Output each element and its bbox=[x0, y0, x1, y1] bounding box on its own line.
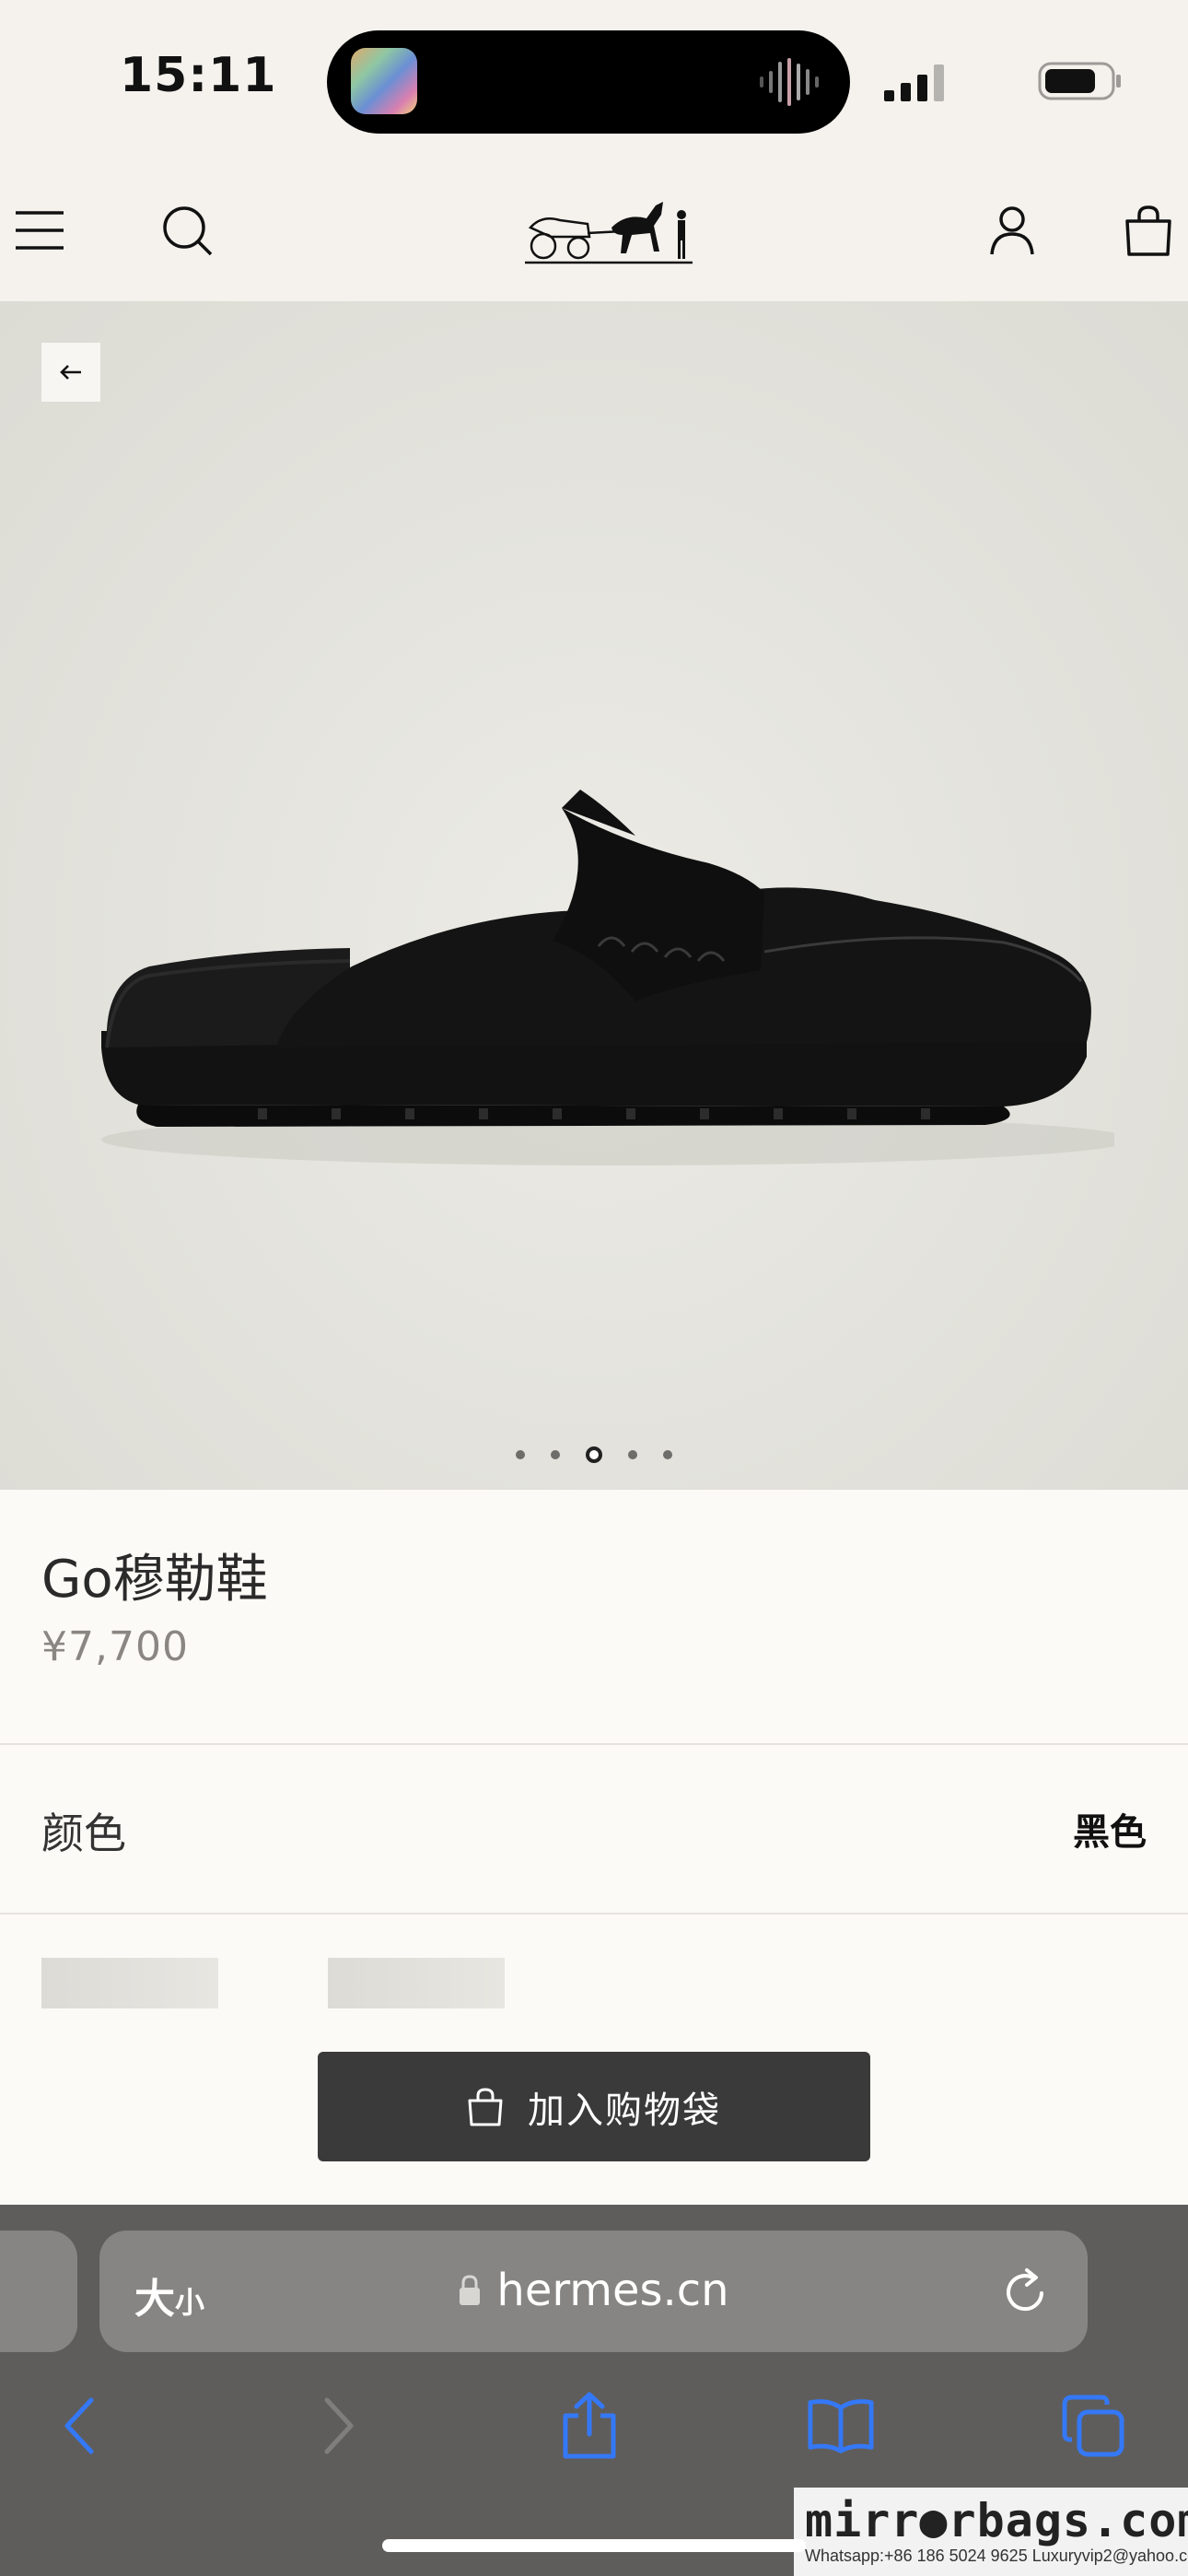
search-icon bbox=[163, 206, 213, 256]
pagination-dot[interactable] bbox=[551, 1450, 560, 1459]
product-price: ¥7,700 bbox=[41, 1623, 189, 1670]
color-label: 颜色 bbox=[41, 1809, 126, 1858]
address-bar[interactable]: 大小 hermes.cn bbox=[99, 2231, 1088, 2352]
account-button[interactable] bbox=[982, 200, 1042, 261]
color-selector[interactable]: 颜色 黑色 bbox=[0, 1745, 1188, 1914]
dynamic-island[interactable] bbox=[327, 30, 850, 134]
chevron-left-icon bbox=[64, 2397, 94, 2454]
previous-tab-preview[interactable] bbox=[0, 2231, 77, 2352]
pagination-dot[interactable] bbox=[516, 1450, 525, 1459]
tabs-icon bbox=[1062, 2395, 1124, 2457]
book-icon bbox=[808, 2399, 874, 2453]
menu-button[interactable] bbox=[9, 200, 70, 261]
selected-color-value: 黑色 bbox=[1073, 1811, 1147, 1854]
cellular-signal-icon bbox=[884, 64, 944, 101]
url-display[interactable]: hermes.cn bbox=[99, 2265, 1088, 2316]
arrow-left-icon bbox=[60, 365, 81, 380]
pagination-dot-active[interactable] bbox=[586, 1446, 602, 1463]
lock-icon bbox=[460, 2275, 481, 2305]
pagination-dot[interactable] bbox=[628, 1450, 637, 1459]
share-icon bbox=[563, 2392, 616, 2459]
product-name: Go穆勒鞋 bbox=[41, 1550, 268, 1610]
add-to-bag-button[interactable]: 加入购物袋 bbox=[318, 2052, 870, 2161]
search-button[interactable] bbox=[157, 200, 217, 261]
tabs-button[interactable] bbox=[1059, 2392, 1127, 2460]
account-icon bbox=[990, 206, 1034, 255]
bookmarks-button[interactable] bbox=[807, 2392, 875, 2460]
shopping-bag-button[interactable] bbox=[1118, 200, 1179, 261]
shopping-bag-icon bbox=[1125, 205, 1171, 256]
gallery-pagination bbox=[0, 1446, 1188, 1463]
watermark-main: mirr●rbags.com bbox=[805, 2494, 1188, 2547]
chevron-right-icon bbox=[324, 2397, 354, 2454]
share-button[interactable] bbox=[555, 2392, 623, 2460]
hermes-carriage-logo[interactable] bbox=[523, 187, 694, 270]
home-indicator[interactable] bbox=[382, 2539, 806, 2552]
color-swatch[interactable] bbox=[328, 1958, 505, 2008]
back-nav-button[interactable] bbox=[46, 2392, 114, 2460]
product-image-mule bbox=[101, 790, 1114, 1165]
url-text: hermes.cn bbox=[496, 2265, 729, 2316]
product-image-gallery[interactable] bbox=[0, 301, 1188, 1490]
back-button[interactable] bbox=[41, 343, 100, 402]
audio-waveform-icon bbox=[760, 58, 819, 106]
site-header bbox=[0, 161, 1188, 301]
product-info: Go穆勒鞋 ¥7,700 bbox=[0, 1490, 1188, 1745]
watermark-contact: Whatsapp:+86 186 5024 9625 Luxuryvip2@ya… bbox=[805, 2547, 1188, 2565]
battery-icon bbox=[1038, 62, 1121, 100]
status-bar: 15:11 bbox=[0, 0, 1188, 161]
pagination-dot[interactable] bbox=[663, 1450, 672, 1459]
shopping-bag-icon bbox=[468, 2087, 503, 2125]
watermark: mirr●rbags.com Whatsapp:+86 186 5024 962… bbox=[794, 2488, 1188, 2576]
forward-nav-button[interactable] bbox=[304, 2392, 372, 2460]
reload-icon[interactable] bbox=[999, 2266, 1051, 2317]
add-to-bag-label: 加入购物袋 bbox=[528, 2089, 721, 2132]
color-swatch[interactable] bbox=[41, 1958, 218, 2008]
now-playing-artwork bbox=[351, 48, 417, 114]
status-time: 15:11 bbox=[120, 48, 277, 103]
hamburger-menu-icon bbox=[16, 211, 64, 250]
